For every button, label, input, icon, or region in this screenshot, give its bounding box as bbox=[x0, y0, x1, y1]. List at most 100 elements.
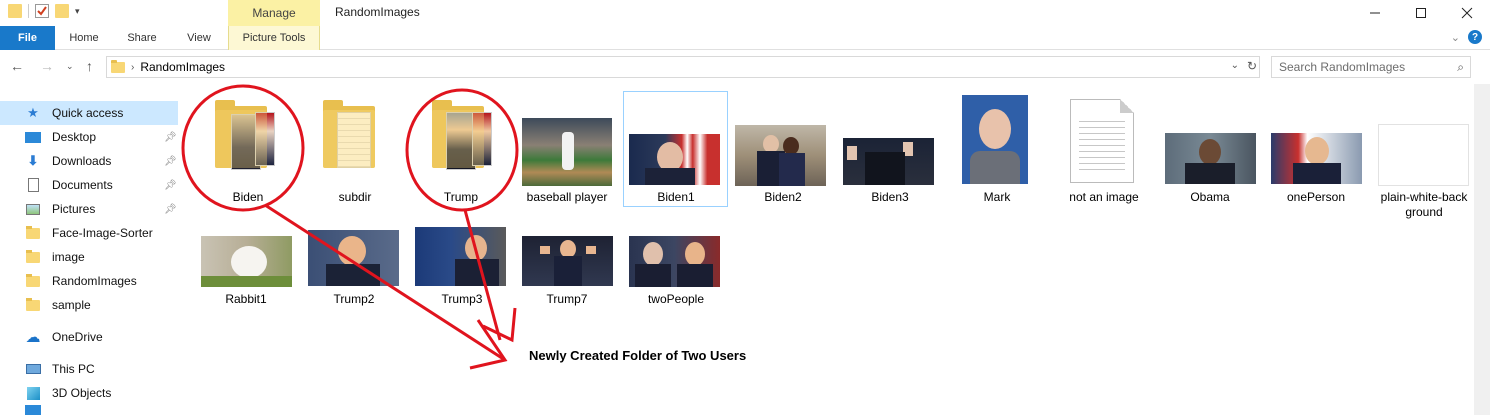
image-thumbnail-baseball-player[interactable] bbox=[522, 118, 612, 186]
sidebar-item-label: Quick access bbox=[52, 106, 124, 120]
expand-ribbon-icon[interactable]: ⌄ bbox=[1451, 31, 1460, 44]
properties-icon[interactable] bbox=[35, 4, 49, 18]
sidebar-item-partial[interactable] bbox=[0, 405, 178, 415]
image-thumbnail-obama[interactable] bbox=[1165, 133, 1256, 184]
refresh-icon[interactable]: ↻ bbox=[1247, 59, 1257, 73]
file-label-biden[interactable]: Biden bbox=[196, 190, 300, 205]
file-label-mark[interactable]: Mark bbox=[945, 190, 1049, 205]
back-arrow-icon[interactable]: ← bbox=[10, 58, 24, 74]
file-label-biden1[interactable]: Biden1 bbox=[624, 190, 728, 205]
folder-icon[interactable] bbox=[8, 4, 22, 18]
document-thumbnail-not-an-image[interactable] bbox=[1070, 99, 1134, 183]
image-thumbnail-biden1[interactable] bbox=[629, 134, 720, 185]
computer-icon bbox=[24, 361, 42, 377]
file-label-twopeople[interactable]: twoPeople bbox=[624, 292, 728, 307]
tab-manage[interactable]: Manage bbox=[228, 0, 320, 26]
sidebar-item-randomimages[interactable]: RandomImages bbox=[0, 269, 178, 293]
forward-arrow-icon[interactable]: → bbox=[40, 58, 54, 74]
help-icon[interactable]: ? bbox=[1468, 30, 1482, 44]
new-folder-icon[interactable] bbox=[55, 4, 69, 18]
image-thumbnail-biden2[interactable] bbox=[735, 125, 826, 186]
pin-icon[interactable]: 📌︎ bbox=[164, 204, 177, 215]
image-thumbnail-biden3[interactable] bbox=[843, 138, 934, 185]
sidebar-item-sample[interactable]: sample bbox=[0, 293, 178, 317]
sidebar-item-downloads[interactable]: ⬇ Downloads 📌︎ bbox=[0, 149, 178, 173]
ribbon-tabs: File Home Share View Picture Tools ⌄ ? bbox=[0, 26, 1490, 50]
image-thumbnail-trump2[interactable] bbox=[308, 230, 399, 286]
sidebar-item-label: Documents bbox=[52, 178, 113, 192]
sidebar-item-label: Pictures bbox=[52, 202, 96, 216]
sidebar-item-this-pc[interactable]: This PC bbox=[0, 357, 178, 381]
image-thumbnail-twopeople[interactable] bbox=[629, 236, 720, 287]
image-thumbnail-plain-white-background[interactable] bbox=[1378, 124, 1469, 186]
title-bar: ▾ Manage RandomImages bbox=[0, 0, 1490, 26]
sidebar-item-documents[interactable]: Documents 📌︎ bbox=[0, 173, 178, 197]
star-icon: ★ bbox=[27, 105, 39, 120]
image-thumbnail-oneperson[interactable] bbox=[1271, 133, 1362, 184]
folder-icon bbox=[24, 225, 42, 241]
address-bar[interactable]: › RandomImages ⌄ ↻ bbox=[106, 56, 1260, 78]
file-label-obama[interactable]: Obama bbox=[1158, 190, 1262, 205]
folder-icon bbox=[24, 273, 42, 289]
file-label-trump2[interactable]: Trump2 bbox=[302, 292, 406, 307]
folder-thumbnail-trump[interactable] bbox=[432, 100, 494, 170]
file-label-trump7[interactable]: Trump7 bbox=[515, 292, 619, 307]
file-label-subdir[interactable]: subdir bbox=[303, 190, 407, 205]
file-label-trump[interactable]: Trump bbox=[409, 190, 513, 205]
maximize-button[interactable] bbox=[1398, 0, 1444, 26]
recent-locations-chevron-icon[interactable]: ⌄ bbox=[66, 61, 74, 72]
navigation-bar: ← → ⌄ ↑ › RandomImages ⌄ ↻ Search Random… bbox=[0, 50, 1490, 84]
tab-share[interactable]: Share bbox=[118, 26, 166, 50]
folder-thumbnail-subdir[interactable] bbox=[323, 100, 375, 170]
file-label-oneperson[interactable]: onePerson bbox=[1264, 190, 1368, 205]
file-label-biden3[interactable]: Biden3 bbox=[838, 190, 942, 205]
customize-toolbar-icon[interactable]: ▾ bbox=[75, 6, 80, 17]
sidebar-item-image[interactable]: image bbox=[0, 245, 178, 269]
annotation-label: Newly Created Folder of Two Users bbox=[529, 348, 747, 363]
sidebar-item-pictures[interactable]: Pictures 📌︎ bbox=[0, 197, 178, 221]
file-label-rabbit1[interactable]: Rabbit1 bbox=[194, 292, 298, 307]
navigation-pane: ★ Quick access Desktop 📌︎ ⬇ Downloads 📌︎… bbox=[0, 100, 178, 415]
sidebar-item-3d-objects[interactable]: 3D Objects bbox=[0, 381, 178, 405]
address-dropdown-icon[interactable]: ⌄ bbox=[1231, 60, 1239, 71]
breadcrumb[interactable]: RandomImages bbox=[140, 60, 225, 74]
file-label-not-an-image[interactable]: not an image bbox=[1052, 190, 1156, 205]
tab-home[interactable]: Home bbox=[60, 26, 108, 50]
sidebar-item-label: OneDrive bbox=[52, 330, 103, 344]
up-arrow-icon[interactable]: ↑ bbox=[86, 58, 93, 74]
breadcrumb-separator-icon: › bbox=[131, 61, 135, 73]
file-label-baseball-player[interactable]: baseball player bbox=[515, 190, 619, 205]
sidebar-item-label: RandomImages bbox=[52, 274, 137, 288]
cloud-icon: ☁ bbox=[25, 329, 41, 346]
folder-icon bbox=[111, 59, 125, 73]
sidebar-item-quick-access[interactable]: ★ Quick access bbox=[0, 101, 178, 125]
window-controls bbox=[1352, 0, 1490, 26]
vertical-scrollbar[interactable] bbox=[1474, 84, 1490, 415]
search-input[interactable]: Search RandomImages ⌕ bbox=[1271, 56, 1471, 78]
sidebar-item-label: Downloads bbox=[52, 154, 112, 168]
tab-picture-tools[interactable]: Picture Tools bbox=[228, 26, 320, 50]
image-thumbnail-trump7[interactable] bbox=[522, 236, 613, 286]
close-button[interactable] bbox=[1444, 0, 1490, 26]
file-label-plain-white-background[interactable]: plain-white-back ground bbox=[1372, 190, 1476, 220]
image-thumbnail-trump3[interactable] bbox=[415, 227, 506, 286]
image-thumbnail-rabbit1[interactable] bbox=[201, 236, 292, 287]
pin-icon[interactable]: 📌︎ bbox=[164, 180, 177, 191]
ribbon-right-controls: ⌄ ? bbox=[1451, 30, 1482, 44]
file-label-biden2[interactable]: Biden2 bbox=[731, 190, 835, 205]
tab-file[interactable]: File bbox=[0, 26, 55, 50]
sidebar-item-label: 3D Objects bbox=[52, 386, 112, 400]
search-icon[interactable]: ⌕ bbox=[1457, 60, 1464, 75]
pin-icon[interactable]: 📌︎ bbox=[164, 156, 177, 167]
annotation-arrowhead bbox=[482, 307, 517, 343]
sidebar-item-desktop[interactable]: Desktop 📌︎ bbox=[0, 125, 178, 149]
pin-icon[interactable]: 📌︎ bbox=[164, 132, 177, 143]
image-thumbnail-mark[interactable] bbox=[962, 95, 1028, 184]
sidebar-item-face-image-sorter[interactable]: Face-Image-Sorter bbox=[0, 221, 178, 245]
minimize-button[interactable] bbox=[1352, 0, 1398, 26]
sidebar-item-label: Face-Image-Sorter bbox=[52, 226, 153, 240]
folder-thumbnail-biden[interactable] bbox=[215, 100, 277, 170]
sidebar-item-onedrive[interactable]: ☁ OneDrive bbox=[0, 325, 178, 349]
tab-view[interactable]: View bbox=[176, 26, 222, 50]
file-label-trump3[interactable]: Trump3 bbox=[410, 292, 514, 307]
